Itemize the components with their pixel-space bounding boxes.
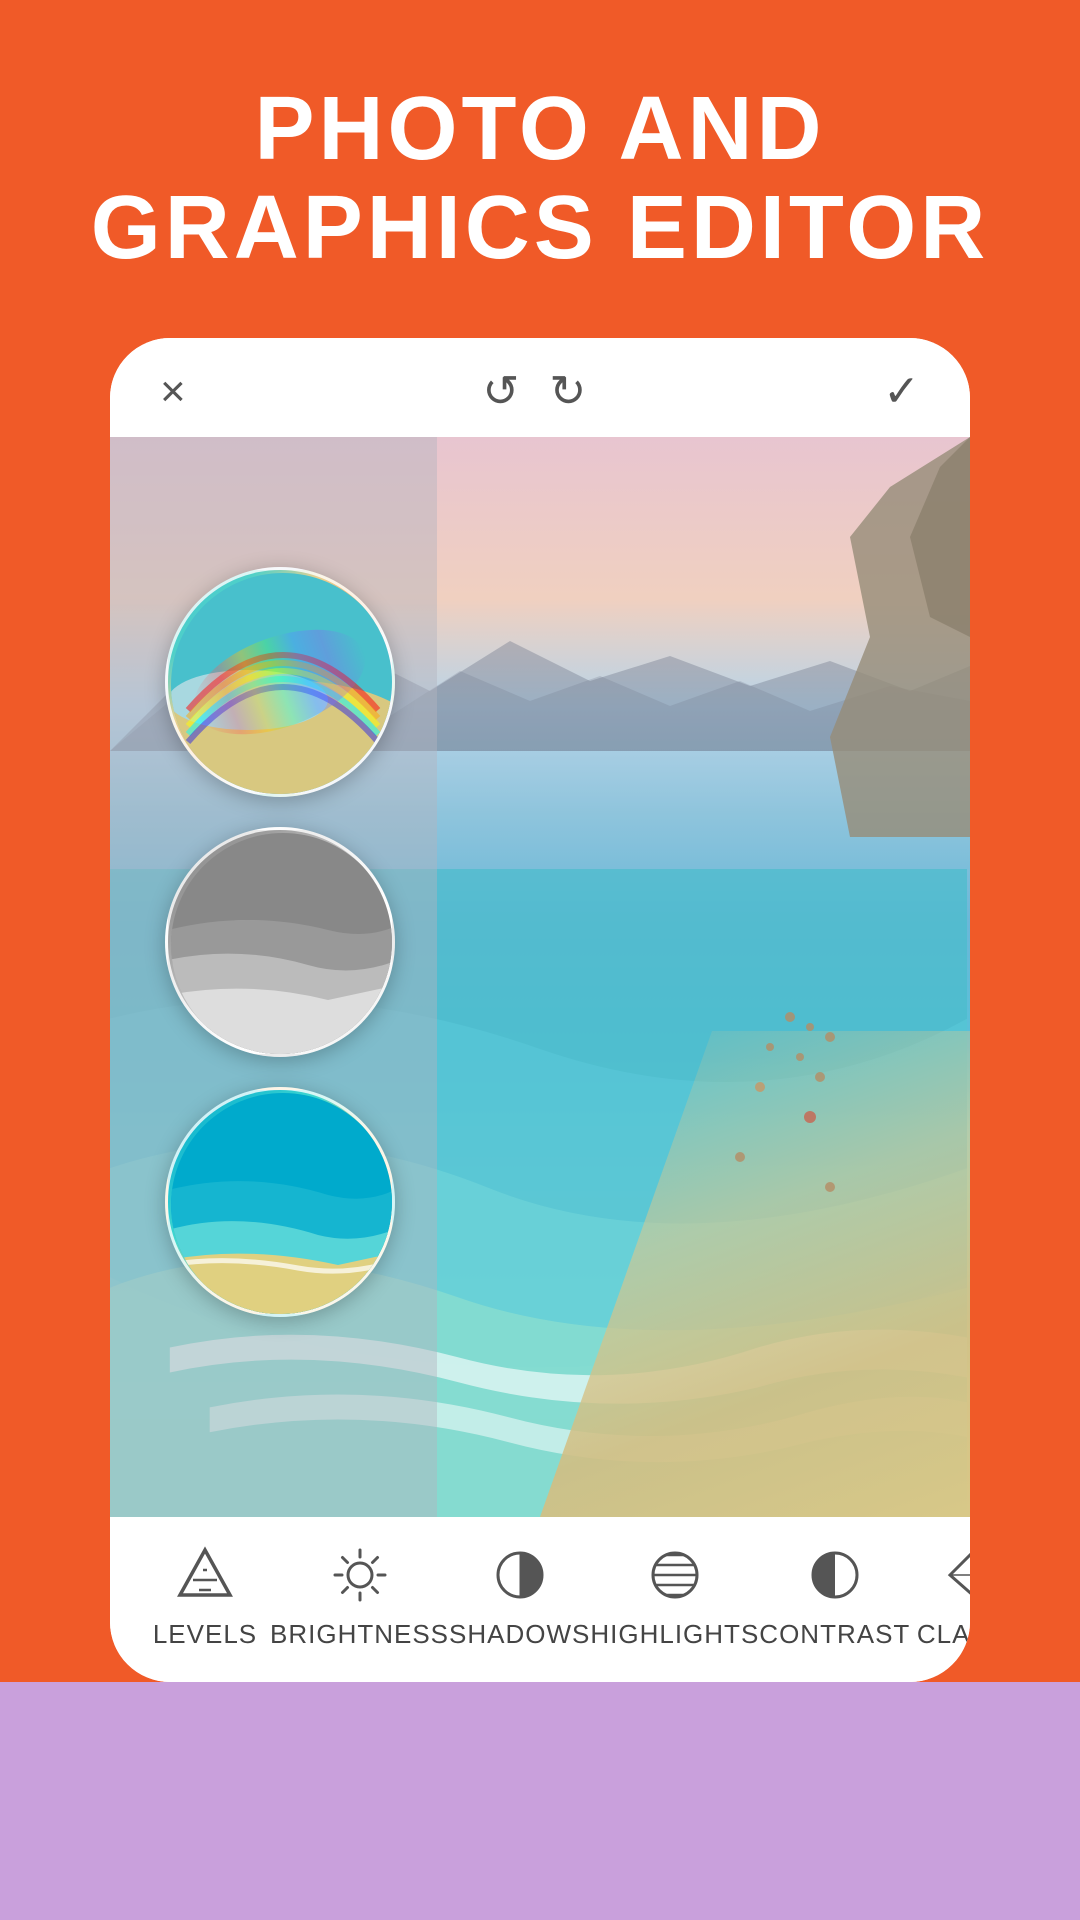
preview-circles: [165, 567, 395, 1317]
highlights-icon: [641, 1541, 709, 1609]
tool-contrast[interactable]: CONTRAST: [759, 1541, 910, 1650]
tool-levels[interactable]: LEVELS: [140, 1541, 270, 1650]
orange-background: PHOTO AND GRAPHICS EDITOR × ↺ ↻ ✓: [0, 0, 1080, 1682]
contrast-icon: [801, 1541, 869, 1609]
undo-button[interactable]: ↺: [483, 366, 520, 417]
preview-circle-rainbow: [165, 567, 395, 797]
tool-brightness[interactable]: BRIGHTNESS: [270, 1541, 449, 1650]
cliff: [770, 437, 970, 837]
levels-label: LEVELS: [153, 1619, 257, 1650]
tool-clarity[interactable]: CLARITY: [910, 1541, 970, 1650]
confirm-button[interactable]: ✓: [883, 366, 920, 417]
title-line2: GRAPHICS EDITOR: [91, 178, 989, 278]
brightness-label: BRIGHTNESS: [270, 1619, 449, 1650]
preview-circle-shadows: [165, 827, 395, 1057]
tool-shadows[interactable]: SHADOWS: [449, 1541, 590, 1650]
title-line1: PHOTO AND: [254, 79, 825, 179]
highlights-label: HIGHLIGHTS: [590, 1619, 759, 1650]
undo-redo-group: ↺ ↻: [483, 366, 587, 417]
close-button[interactable]: ×: [160, 367, 186, 417]
lavender-background: [0, 1682, 1080, 1920]
editor-toolbar: × ↺ ↻ ✓: [110, 338, 970, 437]
tool-highlights[interactable]: HIGHLIGHTS: [590, 1541, 759, 1650]
brightness-icon: [326, 1541, 394, 1609]
phone-mockup: × ↺ ↻ ✓: [110, 338, 970, 1682]
shadows-icon: [486, 1541, 554, 1609]
image-canvas: [110, 437, 970, 1517]
contrast-label: CONTRAST: [759, 1619, 910, 1650]
levels-icon: [171, 1541, 239, 1609]
shadows-label: SHADOWS: [449, 1619, 590, 1650]
clarity-label: CLARITY: [917, 1619, 970, 1650]
redo-button[interactable]: ↻: [549, 366, 586, 417]
app-title: PHOTO AND GRAPHICS EDITOR: [91, 80, 989, 278]
preview-circle-vivid: [165, 1087, 395, 1317]
tools-toolbar: LEVELS BRIGHTNESS: [110, 1517, 970, 1682]
clarity-icon: [941, 1541, 970, 1609]
